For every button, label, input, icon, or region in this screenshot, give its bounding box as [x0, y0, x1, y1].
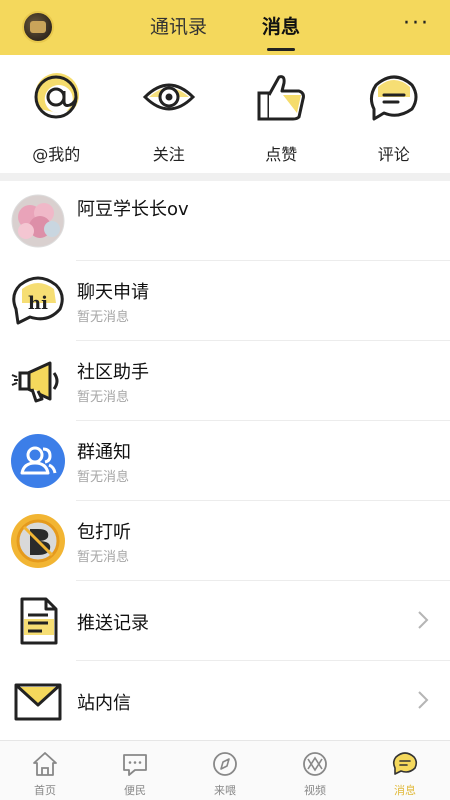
- video-icon: [303, 752, 327, 776]
- quick-action-comment[interactable]: 评论: [338, 55, 450, 173]
- nav-laiwei[interactable]: 来喂: [180, 741, 270, 800]
- quick-action-label: 评论: [377, 145, 410, 164]
- nav-home[interactable]: 首页: [0, 741, 90, 800]
- document-icon: [20, 597, 58, 645]
- tab-contacts[interactable]: 通讯录: [150, 0, 207, 55]
- nav-messages[interactable]: 消息: [360, 741, 450, 800]
- top-tabs: 通讯录 消息: [150, 0, 300, 55]
- quick-action-label: 关注: [152, 145, 185, 164]
- quick-action-label: @我的: [32, 145, 81, 164]
- user-avatar: [11, 194, 65, 248]
- hi-chat-icon: hi: [12, 276, 64, 325]
- home-icon: [33, 752, 57, 776]
- svg-text:hi: hi: [28, 293, 48, 314]
- list-item-title: 推送记录: [77, 613, 149, 634]
- nav-label: 消息: [394, 784, 416, 797]
- list-item-inbox[interactable]: 站内信: [0, 661, 450, 741]
- nav-label: 便民: [124, 784, 146, 797]
- list-item-title: 阿豆学长长ov: [77, 199, 189, 220]
- quick-actions: @我的 关注 点赞 评论: [0, 55, 450, 173]
- nav-label: 视频: [304, 784, 326, 797]
- list-item-title: 站内信: [77, 693, 131, 714]
- list-item-community-assistant[interactable]: 社区助手 暂无消息: [0, 341, 450, 421]
- eye-icon: [142, 83, 195, 111]
- list-item-push-records[interactable]: 推送记录: [0, 581, 450, 661]
- quick-action-follow[interactable]: 关注: [113, 55, 226, 173]
- nav-label: 来喂: [214, 784, 236, 797]
- nav-service[interactable]: 便民: [90, 741, 180, 800]
- comment-icon: [369, 75, 418, 121]
- quick-action-at-me[interactable]: @我的: [0, 55, 113, 173]
- top-bar: 通讯录 消息 ···: [0, 0, 450, 55]
- more-menu-button[interactable]: ···: [403, 12, 430, 36]
- list-item-subtitle: 暂无消息: [77, 310, 130, 325]
- group-icon: [11, 434, 65, 488]
- list-item-subtitle: 暂无消息: [77, 550, 130, 565]
- quick-action-like[interactable]: 点赞: [225, 55, 338, 173]
- list-item-group-notice[interactable]: 群通知 暂无消息: [0, 421, 450, 501]
- list-item-title: 包打听: [77, 522, 131, 543]
- at-icon: [34, 73, 80, 119]
- list-item-title: 群通知: [77, 442, 131, 463]
- thumbs-up-icon: [257, 75, 306, 121]
- list-item-user[interactable]: 阿豆学长长ov: [0, 181, 450, 261]
- message-list: 阿豆学长长ov hi 聊天申请 暂无消息 社区助手 暂无消息 群通知 暂无消息 …: [0, 181, 450, 740]
- list-item-baodating[interactable]: 包打听 暂无消息: [0, 501, 450, 581]
- list-item-title: 聊天申请: [77, 282, 149, 303]
- message-icon: [392, 752, 418, 775]
- service-icon: [123, 754, 147, 776]
- nav-video[interactable]: 视频: [270, 741, 360, 800]
- compass-icon: [213, 752, 237, 776]
- chevron-right-icon: [418, 611, 429, 629]
- megaphone-icon: [11, 361, 59, 403]
- tab-messages[interactable]: 消息: [262, 0, 300, 55]
- list-item-subtitle: 暂无消息: [77, 470, 130, 485]
- user-avatar[interactable]: [22, 11, 54, 43]
- nav-label: 首页: [34, 784, 56, 797]
- baodating-icon: [11, 514, 65, 568]
- list-item-subtitle: 暂无消息: [77, 390, 130, 405]
- list-item-chat-request[interactable]: hi 聊天申请 暂无消息: [0, 261, 450, 341]
- section-divider: [0, 173, 450, 181]
- envelope-icon: [14, 683, 62, 721]
- chevron-right-icon: [418, 691, 429, 709]
- bottom-nav: 首页 便民 来喂 视频 消息: [0, 740, 450, 800]
- quick-action-label: 点赞: [265, 145, 298, 164]
- list-item-title: 社区助手: [77, 362, 149, 383]
